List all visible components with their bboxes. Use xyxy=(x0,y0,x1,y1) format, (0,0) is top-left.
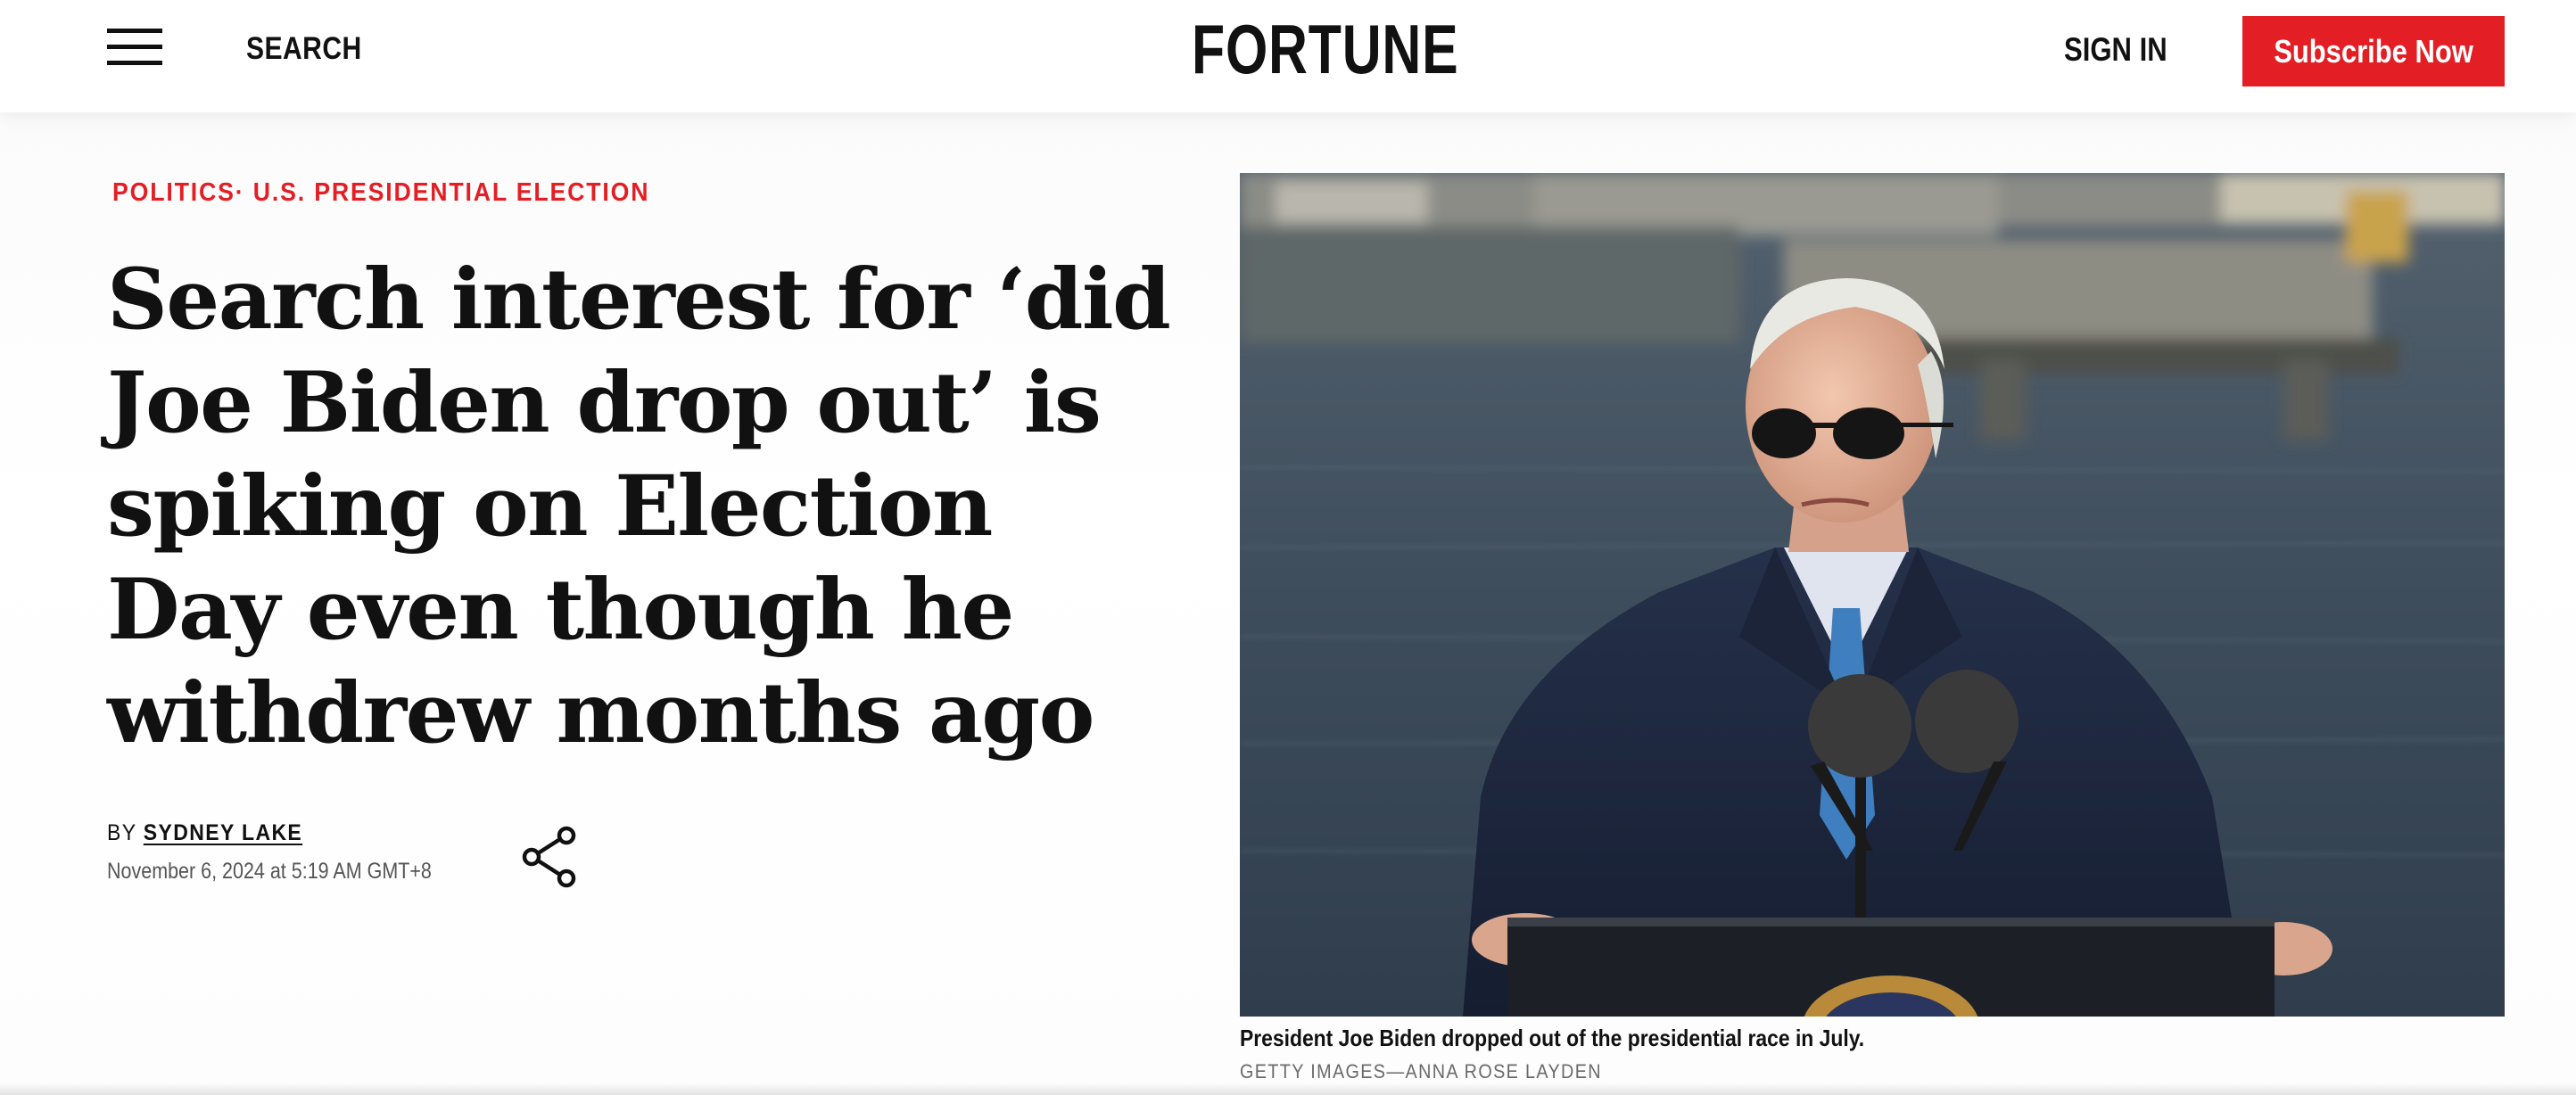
breadcrumb-topic-link[interactable]: U.S. PRESIDENTIAL ELECTION xyxy=(253,178,650,207)
byline-prefix: BY xyxy=(107,820,137,845)
sign-in-link[interactable]: SIGN IN xyxy=(2064,31,2167,69)
bottom-shadow xyxy=(0,1083,2576,1095)
subscribe-button-label: Subscribe Now xyxy=(2274,32,2473,70)
hamburger-menu-icon[interactable] xyxy=(107,29,162,66)
breadcrumb: POLITICS· U.S. PRESIDENTIAL ELECTION xyxy=(112,178,649,208)
hero-credit: GETTY IMAGES—ANNA ROSE LAYDEN xyxy=(1240,1060,1602,1083)
byline: BY SYDNEY LAKE xyxy=(107,820,302,846)
breadcrumb-section-link[interactable]: POLITICS xyxy=(112,178,235,207)
site-logo[interactable]: FORTUNE xyxy=(1192,14,1459,84)
breadcrumb-separator: · xyxy=(235,178,245,207)
hero-caption: President Joe Biden dropped out of the p… xyxy=(1240,1025,1865,1051)
hero-photo xyxy=(1240,173,2505,1017)
subscribe-button[interactable]: Subscribe Now xyxy=(2242,16,2505,86)
author-link[interactable]: SYDNEY LAKE xyxy=(144,820,302,845)
share-icon[interactable] xyxy=(522,826,577,888)
article-headline: Search interest for ‘did Joe Biden drop … xyxy=(107,251,1171,762)
publish-date: November 6, 2024 at 5:19 AM GMT+8 xyxy=(107,859,432,884)
search-link[interactable]: SEARCH xyxy=(246,31,362,67)
site-header: SEARCH FORTUNE SIGN IN Subscribe Now xyxy=(0,0,2576,112)
